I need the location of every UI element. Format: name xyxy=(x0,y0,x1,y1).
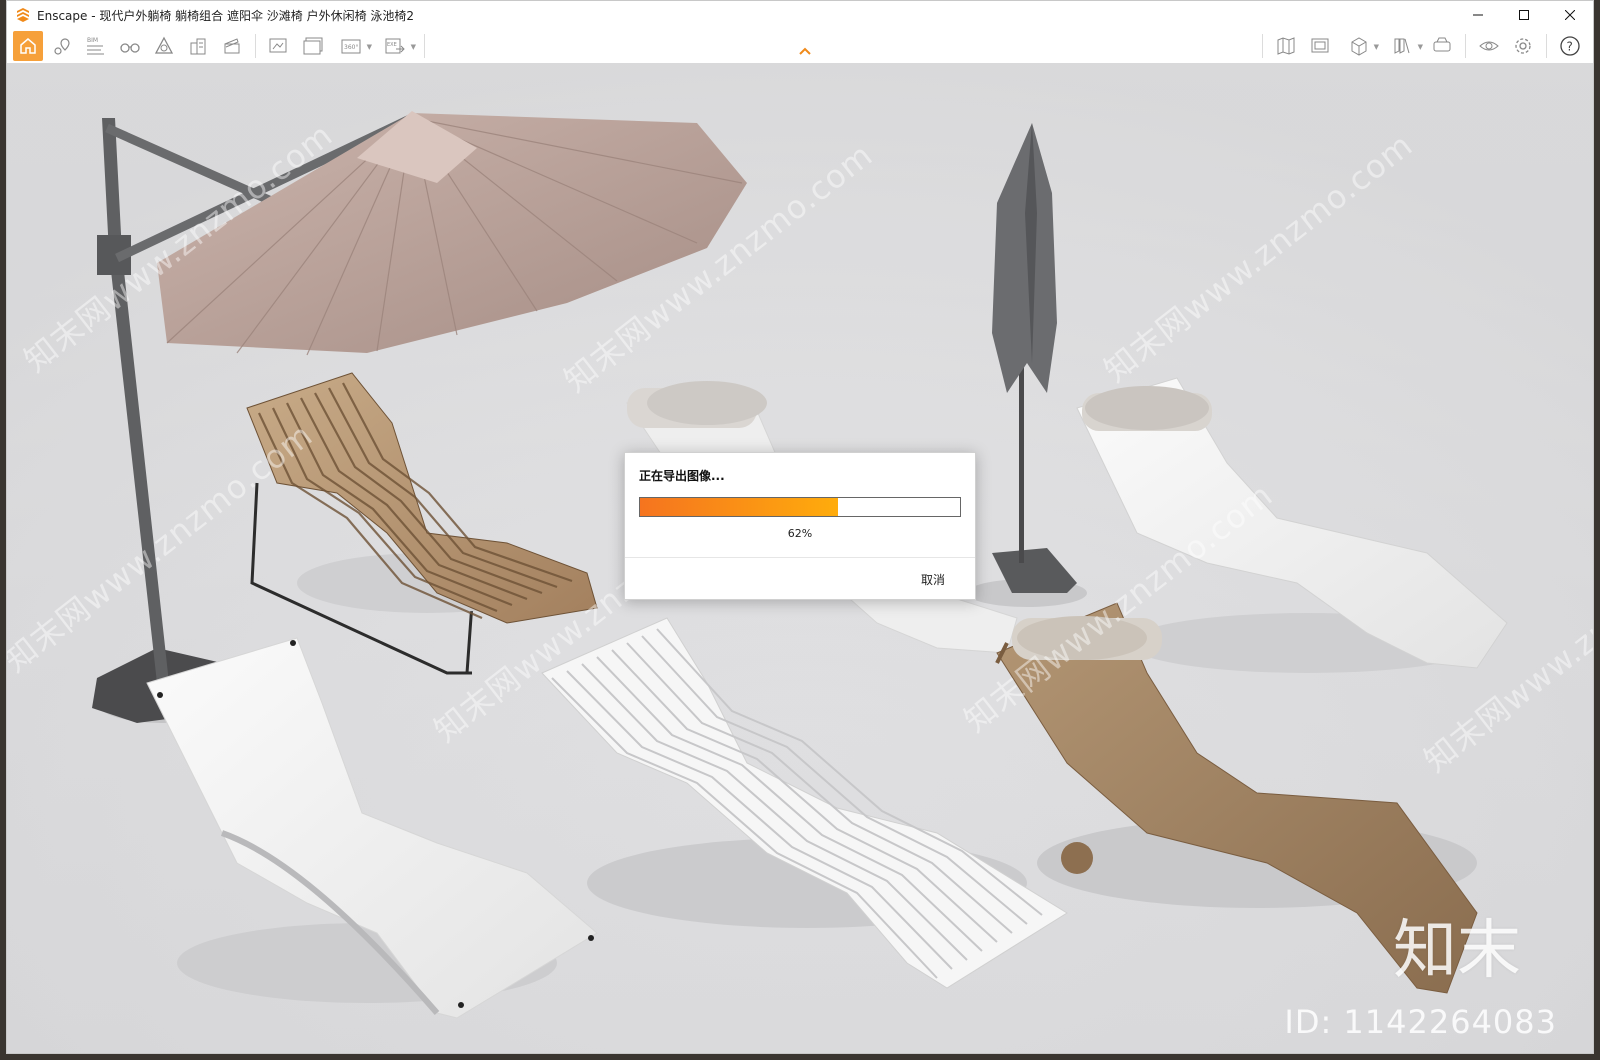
chevron-down-icon: ▼ xyxy=(1417,43,1423,51)
screenshot-button[interactable] xyxy=(264,31,294,61)
bim-icon: BIM xyxy=(87,37,104,55)
svg-text:360°: 360° xyxy=(344,44,358,51)
title-bar[interactable]: Enscape - 现代户外躺椅 躺椅组合 遮阳伞 沙滩椅 户外休闲椅 泳池椅2 xyxy=(7,1,1593,29)
clapperboard-icon xyxy=(224,38,240,54)
buildings-button[interactable] xyxy=(183,31,213,61)
binoculars-button[interactable] xyxy=(115,31,145,61)
cancel-button[interactable]: 取消 xyxy=(917,569,949,590)
toolbar-separator xyxy=(1465,34,1466,58)
eye-icon xyxy=(1479,41,1499,51)
progress-percent: 62% xyxy=(787,527,813,540)
vr-headset-icon xyxy=(1433,37,1451,52)
maximize-icon xyxy=(1519,10,1529,20)
export-progress-dialog: 正在导出图像... 62% 取消 xyxy=(624,452,976,600)
buildings-icon xyxy=(190,38,206,55)
toolbar-separator xyxy=(1262,34,1263,58)
help-button[interactable]: ? xyxy=(1555,31,1585,61)
home-icon xyxy=(20,38,36,54)
vr-headset-button[interactable] xyxy=(1427,31,1457,61)
dialog-divider xyxy=(625,557,975,558)
export-exe-button[interactable]: EXE ▼ xyxy=(376,31,416,61)
settings-button[interactable] xyxy=(1508,31,1538,61)
enscape-logo-icon xyxy=(17,8,29,22)
maximize-button[interactable] xyxy=(1501,1,1547,29)
screenshot-icon xyxy=(269,38,287,53)
cube-view-icon xyxy=(1351,37,1367,56)
visibility-button[interactable] xyxy=(1474,31,1504,61)
svg-text:BIM: BIM xyxy=(87,37,98,44)
location-pin-icon xyxy=(54,38,70,55)
help-icon: ? xyxy=(1560,36,1580,56)
batch-render-button[interactable] xyxy=(298,31,328,61)
cube-view-button[interactable]: ▼ xyxy=(1339,31,1379,61)
map-icon xyxy=(1277,37,1295,55)
clapperboard-button[interactable] xyxy=(217,31,247,61)
bim-button[interactable]: BIM xyxy=(81,31,111,61)
collapse-toolbar-caret-icon[interactable] xyxy=(797,45,813,57)
image-view-button[interactable] xyxy=(1305,31,1335,61)
asset-library-icon xyxy=(154,36,174,54)
books-button[interactable]: ▼ xyxy=(1383,31,1423,61)
gear-icon xyxy=(1515,38,1531,54)
binoculars-icon xyxy=(120,43,140,53)
toolbar-separator xyxy=(255,34,256,58)
dialog-title: 正在导出图像... xyxy=(639,469,725,483)
chevron-down-icon: ▼ xyxy=(1373,43,1379,51)
export-exe-icon: EXE xyxy=(385,38,405,54)
progress-fill xyxy=(640,498,839,516)
home-button[interactable] xyxy=(13,31,43,61)
asset-library-button[interactable] xyxy=(149,31,179,61)
location-button[interactable] xyxy=(47,31,77,61)
books-icon xyxy=(1394,38,1410,54)
progress-bar xyxy=(639,497,961,517)
svg-text:?: ? xyxy=(1567,40,1573,54)
chevron-down-icon: ▼ xyxy=(366,43,372,51)
map-button[interactable] xyxy=(1271,31,1301,61)
batch-render-icon xyxy=(303,37,323,55)
image-view-icon xyxy=(1311,38,1329,53)
brand-id: ID: 1142264083 xyxy=(1284,1003,1557,1041)
close-icon xyxy=(1565,10,1575,20)
chevron-down-icon: ▼ xyxy=(410,43,416,51)
panorama-360-icon: 360° xyxy=(341,39,361,54)
minimize-button[interactable] xyxy=(1455,1,1501,29)
close-button[interactable] xyxy=(1547,1,1593,29)
brand-logo: 知末 xyxy=(1393,914,1521,988)
window-title: Enscape - 现代户外躺椅 躺椅组合 遮阳伞 沙滩椅 户外休闲椅 泳池椅2 xyxy=(37,8,415,23)
svg-text:EXE: EXE xyxy=(387,42,397,48)
toolbar-separator xyxy=(1546,34,1547,58)
panorama-button[interactable]: 360° ▼ xyxy=(332,31,372,61)
minimize-icon xyxy=(1473,14,1483,16)
toolbar-separator xyxy=(424,34,425,58)
